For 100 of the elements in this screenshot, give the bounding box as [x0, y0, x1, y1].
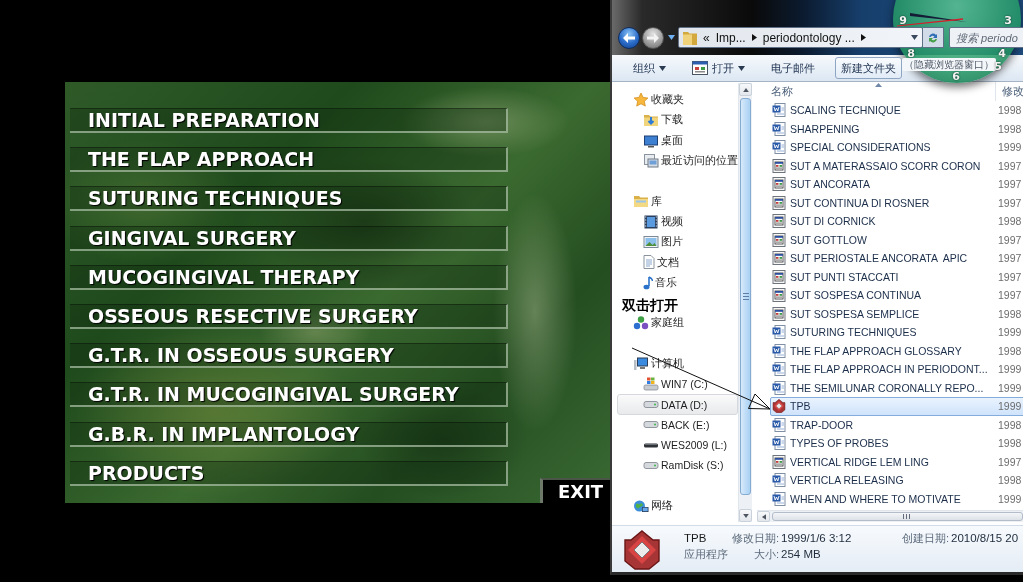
file-date: 1998: [998, 307, 1022, 320]
nav-item[interactable]: BACK (E:): [617, 414, 738, 436]
file-row[interactable]: TYPES OF PROBES 1998: [770, 434, 1023, 453]
nav-item[interactable]: WIN7 (C:): [617, 374, 738, 395]
menu-button[interactable]: G.T.R. IN MUCOGINGIVAL SURGERY: [70, 382, 508, 408]
nav-item[interactable]: 文档: [617, 252, 738, 273]
menu-button[interactable]: OSSEOUS RESECTIVE SURGERY: [70, 303, 508, 329]
file-row[interactable]: SUT CONTINUA DI ROSNER 1997: [770, 193, 1023, 212]
menu-button[interactable]: G.B.R. IN IMPLANTOLOGY: [70, 421, 508, 447]
file-row[interactable]: THE FLAP APPROACH GLOSSARY 1998: [770, 341, 1023, 360]
nav-item[interactable]: WES2009 (L:): [617, 435, 738, 456]
chevron-right-icon: [751, 34, 757, 41]
scroll-up-button[interactable]: [739, 83, 752, 96]
nav-item[interactable]: DATA (D:): [617, 394, 738, 415]
document-file-icon: [772, 343, 786, 358]
nav-item[interactable]: 家庭组: [617, 313, 738, 334]
file-row[interactable]: SUT PERIOSTALE ANCORATA APIC 1997: [770, 249, 1023, 268]
scrollbar-thumb[interactable]: [772, 512, 1023, 521]
file-date: 1999: [998, 363, 1022, 376]
file-row[interactable]: SHARPENING 1998: [770, 119, 1023, 138]
nav-item[interactable]: 网络: [617, 495, 738, 517]
menu-button[interactable]: GINGIVAL SURGERY: [70, 225, 508, 251]
menu-button[interactable]: G.T.R. IN OSSEOUS SURGERY: [70, 343, 508, 369]
file-row[interactable]: WHEN AND WHERE TO MOTIVATE 1999: [770, 489, 1023, 508]
file-row[interactable]: THE SEMILUNAR CORONALLY REPO... 1999: [770, 378, 1023, 397]
window-file-icon: [772, 158, 786, 173]
sort-arrow-icon: [875, 83, 882, 87]
file-row[interactable]: SUT SOSPESA SEMPLICE 1998: [770, 304, 1023, 323]
file-date: 1999: [998, 400, 1022, 413]
breadcrumb[interactable]: Imp...: [715, 30, 746, 45]
file-row[interactable]: SUT SOSPESA CONTINUA 1997: [770, 286, 1023, 305]
drive-icon: [643, 462, 659, 469]
nav-item[interactable]: RamDisk (S:): [617, 455, 738, 476]
breadcrumb-overflow-button[interactable]: «: [703, 30, 710, 45]
clock-numeral: 3: [1004, 15, 1012, 25]
nav-item[interactable]: 下载: [617, 110, 738, 131]
toolbar-button[interactable]: 电子邮件: [765, 57, 821, 79]
file-date: 1997: [998, 159, 1022, 172]
file-row[interactable]: SCALING TECHNIQUE 1998: [770, 101, 1023, 120]
file-name: TPB: [684, 532, 708, 544]
menu-button[interactable]: THE FLAP APPROACH: [70, 147, 508, 173]
nav-item[interactable]: 音乐: [617, 272, 738, 293]
star-icon: [633, 92, 649, 109]
chevron-right-icon: [860, 34, 866, 41]
document-file-icon: [772, 436, 786, 451]
search-field[interactable]: 搜索 periodo: [949, 27, 1023, 48]
menu-button[interactable]: MUCOGINGIVAL THERAPY: [70, 264, 508, 290]
breadcrumb[interactable]: periodontology ...: [762, 30, 855, 45]
scroll-down-button[interactable]: [739, 509, 752, 522]
nav-item[interactable]: 最近访问的位置: [617, 150, 738, 172]
forward-button[interactable]: [642, 27, 664, 49]
refresh-icon: [927, 31, 939, 44]
file-row[interactable]: TRAP-DOOR 1998: [770, 415, 1023, 434]
nav-item[interactable]: 桌面: [617, 130, 738, 151]
window-file-icon: [772, 214, 786, 229]
document-file-icon: [772, 473, 786, 488]
menu-button[interactable]: SUTURING TECHNIQUES: [70, 186, 508, 212]
back-button[interactable]: [618, 27, 640, 49]
document-file-icon: [772, 121, 786, 136]
clock-numeral: 4: [998, 48, 1006, 58]
file-row[interactable]: SUT GOTTLOW 1997: [770, 230, 1023, 249]
window-file-icon: [772, 269, 786, 284]
file-row[interactable]: TPB 1999: [770, 397, 1023, 416]
file-date: 1998: [998, 474, 1022, 487]
file-date: 1999: [998, 326, 1022, 339]
menu-button[interactable]: INITIAL PREPARATION: [70, 108, 508, 133]
address-bar[interactable]: « Imp... periodontology ...: [678, 27, 923, 48]
file-row[interactable]: SUT PUNTI STACCATI 1997: [770, 267, 1023, 286]
scroll-left-button[interactable]: [757, 511, 770, 522]
refresh-button[interactable]: [923, 27, 944, 48]
nav-item[interactable]: 视频: [617, 211, 738, 233]
detail-value: 1999/1/6 3:12: [781, 532, 853, 544]
nav-item[interactable]: 收藏夹: [617, 90, 738, 111]
toolbar-button[interactable]: 组织: [627, 57, 672, 79]
file-row[interactable]: VERTICAL RIDGE LEM LING 1997: [770, 452, 1023, 471]
file-row[interactable]: THE FLAP APPROACH IN PERIODONT... 1999: [770, 360, 1023, 379]
toolbar-button[interactable]: 新建文件夹: [835, 57, 902, 79]
file-name: VERTICAL RIDGE LEM LING: [790, 455, 930, 468]
scrollbar-thumb[interactable]: [740, 98, 751, 495]
file-row[interactable]: SPECIAL CONSIDERATIONS 1999: [770, 138, 1023, 157]
network-globe-icon: [633, 499, 649, 513]
music-note-icon: [643, 275, 653, 290]
file-row[interactable]: SUT A MATERASSAIO SCORR CORON 1997: [770, 156, 1023, 175]
window-file-icon: [772, 251, 786, 266]
caret-down-icon: [742, 513, 749, 518]
detail-value: 2010/8/15 20: [951, 532, 1019, 544]
windows-drive-icon: [643, 377, 659, 392]
file-row[interactable]: SUT DI CORNICK 1998: [770, 212, 1023, 231]
nav-item[interactable]: 图片: [617, 232, 738, 253]
film-icon: [643, 213, 659, 230]
nav-item[interactable]: 库: [617, 191, 738, 212]
file-row[interactable]: VERTICLA RELEASING 1998: [770, 471, 1023, 490]
clock-numeral: 8: [907, 48, 915, 58]
menu-button[interactable]: PRODUCTS: [70, 460, 508, 486]
toolbar-button[interactable]: 打开: [686, 57, 751, 79]
exit-button[interactable]: EXIT: [540, 477, 610, 503]
arrow-right-icon: [647, 33, 659, 43]
file-row[interactable]: SUTURING TECHNIQUES 1999: [770, 323, 1023, 342]
file-row[interactable]: SUT ANCORATA 1997: [770, 175, 1023, 194]
document-file-icon: [772, 380, 786, 395]
